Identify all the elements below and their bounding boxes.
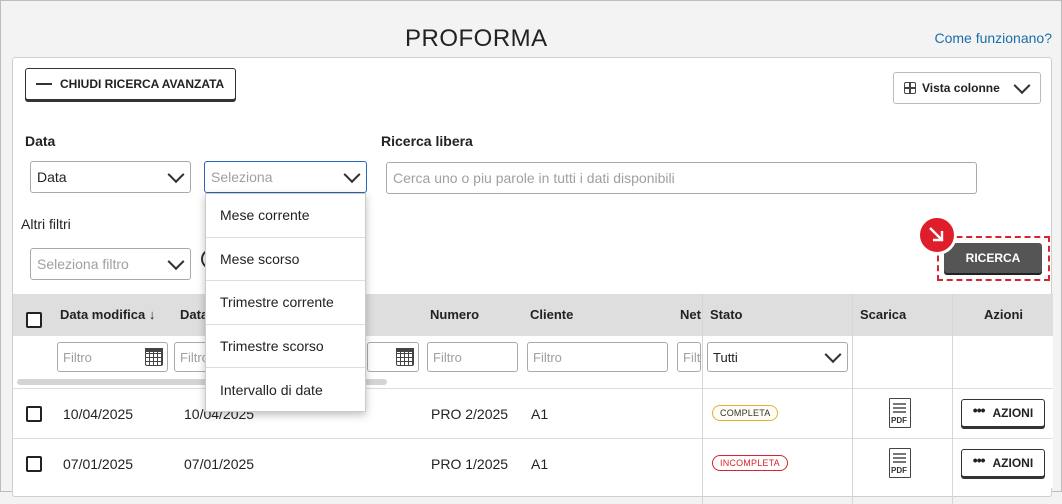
cell-client: A1 xyxy=(531,456,549,472)
filter-status-select[interactable]: Tutti xyxy=(707,342,848,372)
status-badge: INCOMPLETA xyxy=(712,455,788,471)
other-filters-label: Altri filtri xyxy=(21,216,71,232)
cell-date-modified: 07/01/2025 xyxy=(63,456,134,472)
col-number[interactable]: Numero xyxy=(430,307,479,322)
close-advanced-search-label: CHIUDI RICERCA AVANZATA xyxy=(60,77,225,91)
other-filters-placeholder: Seleziona filtro xyxy=(37,256,129,272)
free-search-placeholder: Cerca uno o piu parole in tutti i dati d… xyxy=(393,170,675,186)
help-link[interactable]: Come funzionano? xyxy=(934,30,1052,46)
period-select-placeholder: Seleziona xyxy=(211,169,273,185)
column-divider xyxy=(702,294,703,504)
more-dots-icon: ••• xyxy=(972,402,986,418)
chevron-down-icon xyxy=(167,166,185,184)
filter-placeholder: Filtro xyxy=(433,349,462,365)
pdf-label: PDF xyxy=(891,416,907,425)
period-option-current-month[interactable]: Mese corrente xyxy=(206,194,365,238)
col-date-modified-label: Data modifica xyxy=(60,307,146,322)
table-row[interactable]: 07/01/2025 07/01/2025 PRO 1/2025 A1 INCO… xyxy=(13,438,1053,488)
sort-arrow-icon: ↓ xyxy=(148,307,156,322)
cell-client: A1 xyxy=(531,406,549,422)
filter-date-modified[interactable]: Filtro xyxy=(57,342,168,372)
arrow-pointer-icon xyxy=(917,215,957,255)
cell-date: 07/01/2025 xyxy=(184,456,255,472)
filter-date-end[interactable] xyxy=(367,342,419,372)
col-download: Scarica xyxy=(860,307,907,322)
select-all-checkbox[interactable] xyxy=(26,312,42,328)
other-filters-select[interactable]: Seleziona filtro xyxy=(30,248,191,280)
filter-net[interactable]: Filt xyxy=(677,342,701,372)
col-status[interactable]: Stato xyxy=(710,307,743,322)
calendar-icon[interactable] xyxy=(144,347,163,366)
col-net[interactable]: Net xyxy=(680,307,701,322)
pdf-download-icon[interactable]: PDF xyxy=(889,448,911,478)
search-button[interactable]: RICERCA xyxy=(944,243,1042,273)
chevron-down-icon xyxy=(167,253,185,271)
cell-date-modified: 10/04/2025 xyxy=(63,406,134,422)
chevron-down-icon xyxy=(1013,77,1031,95)
more-dots-icon: ••• xyxy=(972,452,986,468)
period-select[interactable]: Seleziona xyxy=(204,161,367,193)
filter-client[interactable]: Filtro xyxy=(527,342,668,372)
actions-label: AZIONI xyxy=(992,406,1034,420)
search-panel: CHIUDI RICERCA AVANZATA Vista colonne Da… xyxy=(12,57,1053,504)
filter-placeholder: Filtro xyxy=(533,349,562,365)
period-option-last-quarter[interactable]: Trimestre scorso xyxy=(206,325,365,369)
actions-label: AZIONI xyxy=(992,456,1034,470)
status-badge: COMPLETA xyxy=(712,405,779,421)
chevron-down-icon xyxy=(343,166,361,184)
row-checkbox[interactable] xyxy=(26,456,42,472)
free-search-label: Ricerca libera xyxy=(381,133,473,149)
col-date-modified[interactable]: Data modifica ↓ xyxy=(60,307,155,322)
filter-placeholder: Filtro xyxy=(63,349,92,365)
close-advanced-search-button[interactable]: CHIUDI RICERCA AVANZATA xyxy=(25,68,236,100)
period-option-current-quarter[interactable]: Trimestre corrente xyxy=(206,281,365,325)
period-option-last-month[interactable]: Mese scorso xyxy=(206,238,365,282)
calendar-icon[interactable] xyxy=(395,347,414,366)
chevron-down-icon xyxy=(824,346,842,364)
table-header: Data modifica ↓ Data Numero Cliente Net … xyxy=(13,294,1053,336)
page-title: PROFORMA xyxy=(405,25,548,52)
date-type-value: Data xyxy=(37,169,67,185)
column-divider xyxy=(952,294,953,504)
period-option-date-range[interactable]: Intervallo di date xyxy=(206,368,365,412)
col-actions: Azioni xyxy=(984,307,1023,322)
period-dropdown-menu: Mese corrente Mese scorso Trimestre corr… xyxy=(205,193,366,412)
cell-number: PRO 2/2025 xyxy=(431,406,509,422)
pdf-label: PDF xyxy=(891,466,907,475)
columns-view-label: Vista colonne xyxy=(922,81,1000,95)
columns-view-button[interactable]: Vista colonne xyxy=(893,72,1041,104)
column-divider xyxy=(852,294,853,504)
row-checkbox[interactable] xyxy=(26,406,42,422)
columns-grid-icon xyxy=(904,82,916,94)
actions-button[interactable]: ••• AZIONI xyxy=(961,399,1045,427)
col-client[interactable]: Cliente xyxy=(530,307,573,322)
filter-placeholder: Filt xyxy=(683,349,701,365)
date-type-select[interactable]: Data xyxy=(30,161,191,193)
pdf-download-icon[interactable]: PDF xyxy=(889,398,911,428)
date-label: Data xyxy=(25,133,56,149)
filter-status-value: Tutti xyxy=(713,349,738,365)
free-search-input[interactable]: Cerca uno o piu parole in tutti i dati d… xyxy=(386,162,977,194)
minus-icon xyxy=(36,83,52,85)
filter-number[interactable]: Filtro xyxy=(427,342,518,372)
actions-button[interactable]: ••• AZIONI xyxy=(961,449,1045,477)
table-row[interactable]: 10/04/2025 10/04/2025 PRO 2/2025 A1 COMP… xyxy=(13,388,1053,438)
col-date[interactable]: Data xyxy=(180,307,208,322)
cell-number: PRO 1/2025 xyxy=(431,456,509,472)
